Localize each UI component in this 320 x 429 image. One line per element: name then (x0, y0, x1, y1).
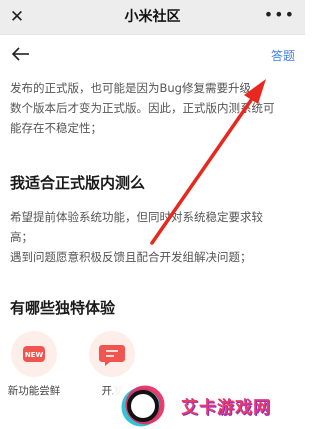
intro-line: 发布的正式版，也可能是因为Bug修复需要升级 (10, 81, 251, 95)
section1-paragraph: 希望提前体验系统功能，但同时对系统稳定要求较 高； 遇到问题愿意积极反馈且配合开… (10, 207, 295, 267)
paragraph-line: 遇到问题愿意积极反馈且配合开发组解决问题； (10, 250, 252, 264)
arrow-left-icon[interactable] (10, 43, 32, 65)
paragraph-line: 希望提前体验系统功能，但同时对系统稳定要求较 (10, 210, 263, 224)
paragraph-line: 高； (10, 230, 33, 244)
watermark: 艾卡游戏网 (113, 381, 305, 429)
watermark-logo-icon (121, 385, 165, 427)
watermark-text: 艾卡游戏网 (181, 398, 271, 418)
more-icon[interactable]: ••• (264, 0, 295, 34)
intro-line: 数个版本后才变为正式版。因此，正式版内测系统可 (10, 101, 275, 115)
window-title: 小米社区 (124, 9, 181, 25)
feature-new[interactable]: NEW 新功能尝鲜 (6, 331, 62, 398)
chat-bubble-icon (89, 331, 135, 377)
new-badge-text: NEW (25, 351, 44, 359)
section-heading: 有哪些独特体验 (10, 299, 116, 317)
new-badge-icon: NEW (11, 331, 57, 377)
intro-line: 能存在不稳定性； (10, 121, 102, 135)
answer-link[interactable]: 答题 (271, 47, 295, 64)
section-heading: 我适合正式版内测么 (10, 174, 146, 192)
intro-paragraph: 发布的正式版，也可能是因为Bug修复需要升级 数个版本后才变为正式版。因此，正式… (10, 78, 295, 138)
nav-bar: 答题 (0, 35, 305, 79)
feature-label: 新功能尝鲜 (7, 385, 61, 397)
top-bar: ✕ 小米社区 ••• (0, 0, 305, 35)
